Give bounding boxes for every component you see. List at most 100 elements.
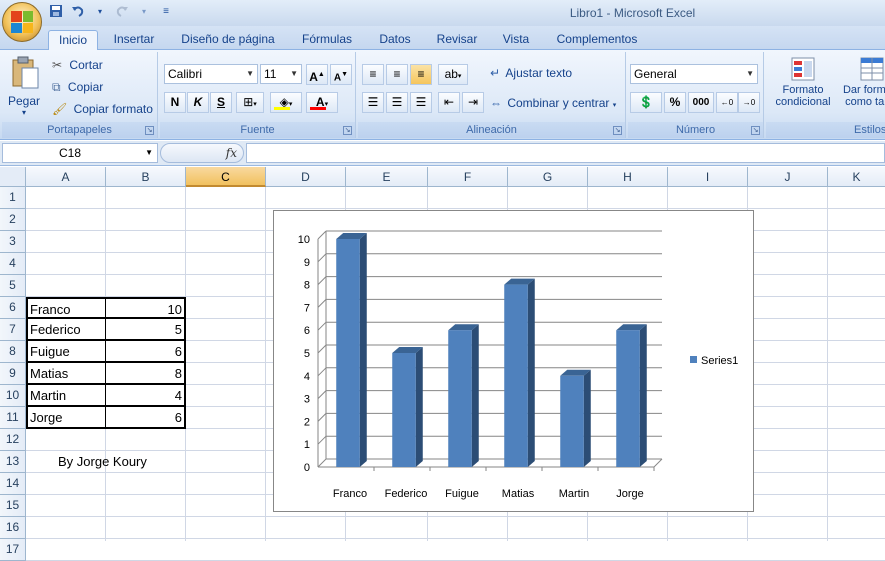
tab-diseno-pagina[interactable]: Diseño de página <box>178 30 278 50</box>
row-header-11[interactable]: 11 <box>0 407 26 429</box>
row-header-1[interactable]: 1 <box>0 187 26 209</box>
align-middle-icon: ≡ <box>393 67 401 81</box>
tab-datos[interactable]: Datos <box>374 30 416 50</box>
row-header-9[interactable]: 9 <box>0 363 26 385</box>
underline-button[interactable]: S <box>210 92 232 113</box>
font-size-select[interactable]: 11 ▼ <box>260 64 302 84</box>
paste-button[interactable]: Pegar ▾ <box>8 56 42 117</box>
tab-formulas[interactable]: Fórmulas <box>298 30 356 50</box>
row-header-4[interactable]: 4 <box>0 253 26 275</box>
cell-value[interactable]: 10 <box>106 297 186 319</box>
portapapeles-launcher-icon[interactable]: ↘ <box>145 126 154 135</box>
cell-value[interactable]: 4 <box>106 385 186 407</box>
formula-input[interactable] <box>246 143 885 163</box>
fuente-launcher-icon[interactable]: ↘ <box>343 126 352 135</box>
gridline-depth <box>317 299 327 308</box>
font-color-button[interactable]: A▾ <box>306 92 338 113</box>
insert-function-button[interactable]: fx <box>160 143 244 163</box>
cell-name[interactable]: Matias <box>26 363 106 385</box>
cell-name[interactable]: Fuigue <box>26 341 106 363</box>
row-header-14[interactable]: 14 <box>0 473 26 495</box>
gridline-depth <box>317 230 327 240</box>
merge-center-button[interactable]: ⇔ Combinar y centrar ▾ <box>490 96 616 110</box>
decrease-decimal-button[interactable]: →0 <box>738 92 760 113</box>
row-header-2[interactable]: 2 <box>0 209 26 231</box>
column-header-g[interactable]: G <box>508 167 588 187</box>
cell-value[interactable]: 8 <box>106 363 186 385</box>
number-format-select[interactable]: General ▼ <box>630 64 758 84</box>
row-header-13[interactable]: 13 <box>0 451 26 473</box>
column-header-a[interactable]: A <box>26 167 106 187</box>
wrap-text-button[interactable]: ↵ Ajustar texto <box>490 66 572 80</box>
borders-button[interactable]: ⊞▾ <box>236 92 264 113</box>
column-header-h[interactable]: H <box>588 167 668 187</box>
align-middle-button[interactable]: ≡ <box>386 64 408 85</box>
row-header-3[interactable]: 3 <box>0 231 26 253</box>
column-header-c[interactable]: C <box>186 167 266 187</box>
decrease-indent-button[interactable]: ⇤ <box>438 92 460 113</box>
cut-button[interactable]: ✂ Cortar <box>52 58 103 72</box>
gridline-depth <box>317 458 327 468</box>
align-center-button[interactable]: ☰ <box>386 92 408 113</box>
bar-chart[interactable]: 0 1 2 3 4 5 6 7 8 9 10 Franco Federico Fuigue Matias Ma… <box>273 210 754 512</box>
tab-inicio[interactable]: Inicio <box>48 30 98 51</box>
row-header-15[interactable]: 15 <box>0 495 26 517</box>
align-right-button[interactable]: ☰ <box>410 92 432 113</box>
italic-button[interactable]: K <box>187 92 209 113</box>
cell-value[interactable]: 6 <box>106 341 186 363</box>
percent-button[interactable]: % <box>664 92 686 113</box>
increase-indent-button[interactable]: ⇥ <box>462 92 484 113</box>
format-painter-button[interactable]: 🖌 Copiar formato <box>52 102 153 116</box>
row-header-17[interactable]: 17 <box>0 539 26 561</box>
row-header-10[interactable]: 10 <box>0 385 26 407</box>
column-header-k[interactable]: K <box>828 167 885 187</box>
grow-font-button[interactable]: A▲ <box>306 64 328 85</box>
select-all-corner[interactable] <box>0 167 26 187</box>
column-header-f[interactable]: F <box>428 167 508 187</box>
format-as-table-button[interactable]: Dar formato como tabla <box>842 56 885 118</box>
cell-name[interactable]: Martin <box>26 385 106 407</box>
align-left-button[interactable]: ☰ <box>362 92 384 113</box>
bar <box>616 330 640 467</box>
row-header-6[interactable]: 6 <box>0 297 26 319</box>
row-header-12[interactable]: 12 <box>0 429 26 451</box>
column-header-b[interactable]: B <box>106 167 186 187</box>
cell-value[interactable]: 5 <box>106 319 186 341</box>
row-header-7[interactable]: 7 <box>0 319 26 341</box>
row-header-16[interactable]: 16 <box>0 517 26 539</box>
column-header-i[interactable]: I <box>668 167 748 187</box>
tab-complementos[interactable]: Complementos <box>552 30 642 50</box>
column-header-d[interactable]: D <box>266 167 346 187</box>
tab-vista[interactable]: Vista <box>498 30 534 50</box>
name-box[interactable]: C18 ▼ <box>2 143 158 163</box>
grid-row-line <box>26 208 885 209</box>
conditional-format-button[interactable]: Formato condicional <box>770 56 836 118</box>
cell-name[interactable]: Jorge <box>26 407 106 429</box>
column-header-j[interactable]: J <box>748 167 828 187</box>
orientation-button[interactable]: ab▾ <box>438 64 468 85</box>
align-bottom-button[interactable]: ≡ <box>410 64 432 85</box>
numero-launcher-icon[interactable]: ↘ <box>751 126 760 135</box>
tab-revisar[interactable]: Revisar <box>434 30 480 50</box>
accounting-format-button[interactable]: 💲 <box>630 92 662 113</box>
fill-color-button[interactable]: ◈▾ <box>270 92 302 113</box>
thousands-button[interactable]: 000 <box>688 92 714 113</box>
cell-value[interactable]: 6 <box>106 407 186 429</box>
office-button[interactable] <box>2 2 42 42</box>
bold-button[interactable]: N <box>164 92 186 113</box>
gridline-depth <box>317 435 327 445</box>
cell-name[interactable]: Federico <box>26 319 106 341</box>
row-header-5[interactable]: 5 <box>0 275 26 297</box>
floor-edge <box>653 458 663 468</box>
column-header-e[interactable]: E <box>346 167 428 187</box>
align-top-button[interactable]: ≡ <box>362 64 384 85</box>
copy-button[interactable]: ⧉ Copiar <box>52 80 103 95</box>
font-name-select[interactable]: Calibri ▼ <box>164 64 258 84</box>
tab-insertar[interactable]: Insertar <box>108 30 160 50</box>
alineacion-launcher-icon[interactable]: ↘ <box>613 126 622 135</box>
shrink-font-button[interactable]: A▼ <box>330 64 352 85</box>
row-header-8[interactable]: 8 <box>0 341 26 363</box>
increase-decimal-button[interactable]: ←0 <box>716 92 738 113</box>
credit-text[interactable]: By Jorge Koury <box>56 451 149 473</box>
cell-name[interactable]: Franco <box>26 297 106 319</box>
